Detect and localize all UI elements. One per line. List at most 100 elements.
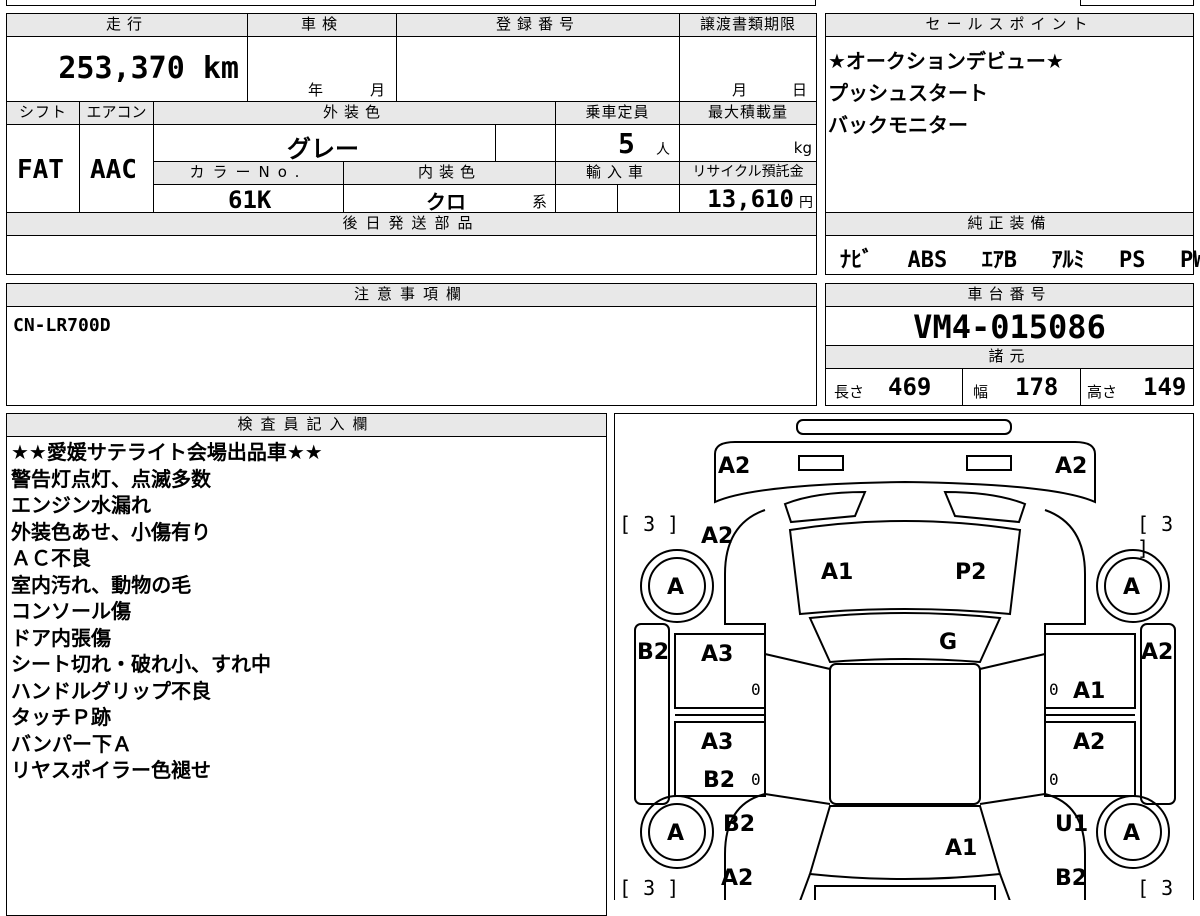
color-no-cell: 61K	[153, 184, 344, 214]
inspector-header: 検査員記入欄	[237, 415, 376, 433]
equipment-item: ABS	[907, 248, 948, 273]
inspection-cell: 年 月	[247, 36, 397, 102]
chassis-number: VM4-015086	[913, 308, 1106, 346]
length-label: 長さ	[834, 383, 865, 401]
mark-quarter-rr: U1	[1055, 812, 1089, 837]
recycle-cell: 13,610 円	[679, 184, 817, 213]
mark-door-fr: A1	[1073, 679, 1106, 704]
width-label: 幅	[973, 383, 989, 401]
inspector-line: エンジン水漏れ	[11, 493, 151, 517]
exterior-color-header: 外装色	[322, 103, 386, 121]
sales-points-panel: セールスポイント ★オークションデビュー★ プッシュスタート バックモニター 純…	[825, 13, 1200, 275]
equipment-header: 純正装備	[967, 214, 1052, 232]
inspector-line: コンソール傷	[11, 599, 131, 623]
mark-tire-fr: A	[1123, 575, 1141, 600]
height-cell: 高さ 149	[1080, 368, 1194, 406]
inspector-panel: 検査員記入欄 ★★愛媛サテライト会場出品車★★ 警告灯点灯、点滅多数 エンジン水…	[6, 413, 607, 916]
aircon-cell: AAC	[79, 124, 154, 213]
mark-bracket-br: [ 3 ]	[1137, 876, 1174, 900]
sales-line: プッシュスタート	[828, 81, 988, 105]
inspector-line: ★★愛媛サテライト会場出品車★★	[11, 440, 323, 464]
transfer-doc-cell: 月 日	[679, 36, 817, 102]
top-strip	[6, 0, 816, 6]
mark-fender-fl: A2	[701, 524, 734, 549]
notes-header: 注意事項欄	[353, 285, 469, 303]
chassis-header: 車台番号	[967, 285, 1052, 303]
interior-color-cell: クロ 系	[343, 184, 556, 214]
mileage-header: 走行	[105, 15, 148, 33]
mark-bracket-tl: [ 3 ]	[619, 512, 680, 536]
exterior-color-extra	[495, 124, 556, 162]
specs-header: 諸元	[988, 347, 1031, 365]
interior-color-header: 内装色	[417, 163, 481, 181]
inspector-line: タッチＰ跡	[11, 705, 111, 729]
equipment-item: ｱﾙﾐ	[1051, 248, 1085, 273]
max-load-unit: kg	[793, 139, 812, 157]
mark-door-rr-small: 0	[1049, 770, 1059, 789]
sales-line: バックモニター	[828, 113, 968, 137]
transfer-month-unit: 月	[732, 81, 748, 99]
height-label: 高さ	[1087, 383, 1118, 401]
mark-door-rl-small: 0	[751, 770, 761, 789]
sales-header: セールスポイント	[925, 15, 1094, 33]
inspector-line: バンパー下Ａ	[11, 731, 132, 756]
shift-value: FAT	[17, 155, 64, 185]
mark-front-left: A2	[718, 454, 751, 479]
mark-door-rl: A3	[701, 730, 734, 755]
mark-bracket-bl: [ 3 ]	[619, 876, 680, 900]
mark-door-fr-small: 0	[1049, 680, 1059, 699]
inspection-year-unit: 年	[308, 81, 324, 99]
mark-tire-rl: A	[667, 821, 685, 846]
inspector-line: シート切れ・破れ小、すれ中	[11, 652, 271, 676]
max-load-header: 最大積載量	[707, 103, 788, 121]
mark-door-rl-b: B2	[703, 768, 736, 793]
mark-front-right: A2	[1055, 454, 1088, 479]
sales-body: ★オークションデビュー★ プッシュスタート バックモニター	[825, 36, 1194, 213]
mark-sill-left: B2	[637, 640, 670, 665]
color-no-header: カラーNo.	[189, 163, 308, 181]
height-value: 149	[1143, 373, 1187, 401]
mark-tire-fl: A	[667, 575, 685, 600]
inspector-line: 外装色あせ、小傷有り	[11, 519, 211, 544]
mark-tire-rr: A	[1123, 821, 1141, 846]
notes-text: CN-LR700D	[13, 315, 111, 336]
inspector-line: 室内汚れ、動物の毛	[11, 572, 192, 597]
transfer-day-unit: 日	[792, 81, 808, 99]
chassis-panel: 車台番号 VM4-015086 諸元 長さ 469 幅 178 高さ 149	[825, 283, 1194, 406]
inspector-line: リヤスポイラー色褪せ	[11, 758, 211, 782]
interior-color-unit: 系	[532, 193, 548, 211]
recycle-unit: 円	[799, 195, 813, 211]
aircon-header: エアコン	[86, 103, 147, 121]
exterior-color-value: グレー	[287, 135, 359, 163]
mark-windshield: G	[939, 630, 958, 655]
inspection-month-unit: 月	[370, 81, 386, 99]
width-cell: 幅 178	[962, 368, 1081, 406]
inspector-line: 警告灯点灯、点滅多数	[11, 466, 211, 491]
interior-color-value: クロ	[426, 190, 466, 214]
inspector-line: ハンドルグリップ不良	[11, 678, 211, 703]
recycle-value: 13,610	[707, 185, 794, 213]
capacity-cell: 5 人	[555, 124, 680, 162]
sales-line: ★オークションデビュー★	[828, 49, 1064, 73]
mileage-value: 253,370 km	[58, 51, 239, 86]
mark-trunk: A1	[945, 836, 978, 861]
mark-door-fl-small: 0	[751, 680, 761, 699]
equipment-body: ﾅﾋﾞ ABS ｴｱB ｱﾙﾐ PS PW	[825, 235, 1200, 275]
damage-diagram: A2 A2 [ 3 ] [ 3 ] A2 A1 P2 A A G B2 A2 A…	[614, 413, 1194, 900]
import-header: 輸入車	[585, 163, 649, 181]
length-value: 469	[888, 373, 932, 401]
registration-cell	[396, 36, 680, 102]
equipment-item: ﾅﾋﾞ	[840, 248, 874, 273]
transfer-doc-header: 譲渡書類期限	[699, 15, 796, 33]
capacity-unit: 人	[656, 142, 670, 158]
recycle-header: リサイクル預託金	[692, 164, 804, 180]
capacity-value: 5	[618, 127, 635, 160]
mileage-cell: 253,370 km	[6, 36, 248, 102]
equipment-item: PS	[1119, 248, 1146, 273]
equipment-item: ｴｱB	[981, 248, 1018, 273]
mark-rear-right: B2	[1055, 866, 1088, 891]
width-value: 178	[1015, 373, 1059, 401]
equipment-item: PW	[1180, 248, 1200, 273]
inspector-body: ★★愛媛サテライト会場出品車★★ 警告灯点灯、点滅多数 エンジン水漏れ 外装色あ…	[6, 436, 607, 916]
shift-cell: FAT	[6, 124, 80, 213]
